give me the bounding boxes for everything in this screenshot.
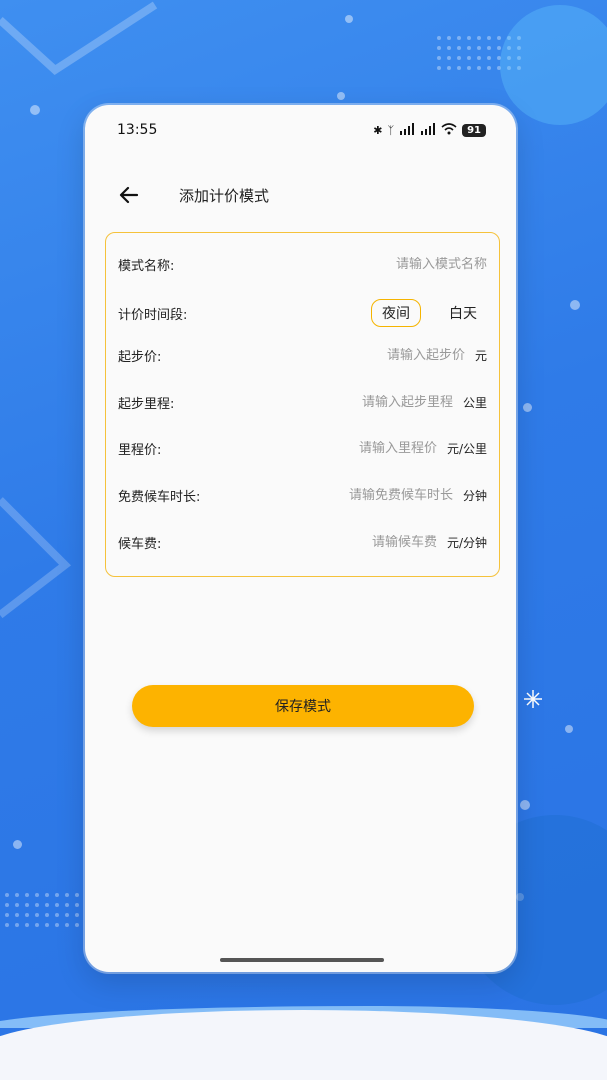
nfc-icon: ᛉ xyxy=(387,123,395,137)
start-distance-unit: 公里 xyxy=(462,396,487,410)
decor-wave xyxy=(0,1010,607,1080)
start-price-input[interactable] xyxy=(314,348,465,363)
bluetooth-icon: ✱ xyxy=(373,123,383,137)
status-bar: 13:55 ✱ ᛉ 91 xyxy=(85,105,516,155)
pricing-form-card: 模式名称: 计价时间段: 夜间 白天 起步价: 元 起步里程: 公里 里程 xyxy=(105,232,500,577)
mileage-price-row: 里程价: 元/公里 xyxy=(118,439,487,458)
status-icons: ✱ ᛉ 91 xyxy=(373,122,486,138)
mileage-price-label: 里程价: xyxy=(118,443,162,458)
start-price-row: 起步价: 元 xyxy=(118,346,487,365)
period-option-night[interactable]: 夜间 xyxy=(371,299,421,327)
page-header: 添加计价模式 xyxy=(85,165,516,225)
free-wait-unit: 分钟 xyxy=(462,489,487,503)
wait-fee-unit: 元/分钟 xyxy=(446,536,487,550)
start-distance-row: 起步里程: 公里 xyxy=(118,393,487,412)
home-indicator[interactable] xyxy=(220,958,384,962)
save-mode-button[interactable]: 保存模式 xyxy=(132,685,474,727)
period-toggle: 夜间 白天 xyxy=(371,299,487,327)
mode-name-input[interactable] xyxy=(337,257,487,272)
phone-screen: 13:55 ✱ ᛉ 91 添加计价模式 模式名称: 计价时间段: xyxy=(85,105,516,972)
wifi-icon xyxy=(441,122,457,138)
period-option-day[interactable]: 白天 xyxy=(439,300,487,326)
start-price-label: 起步价: xyxy=(118,350,162,365)
mileage-price-input[interactable] xyxy=(286,441,437,456)
free-wait-input[interactable] xyxy=(302,488,453,503)
signal-5g-icon xyxy=(399,122,415,138)
period-row: 计价时间段: 夜间 白天 xyxy=(118,299,487,327)
wait-fee-row: 候车费: 元/分钟 xyxy=(118,533,487,552)
battery-indicator: 91 xyxy=(462,123,486,137)
status-time: 13:55 xyxy=(117,122,158,138)
page-title: 添加计价模式 xyxy=(179,186,270,205)
back-arrow-icon[interactable] xyxy=(117,183,141,207)
start-distance-label: 起步里程: xyxy=(118,397,175,412)
start-price-unit: 元 xyxy=(474,349,487,363)
mode-name-label: 模式名称: xyxy=(118,259,175,274)
free-wait-label: 免费候车时长: xyxy=(118,490,201,505)
wait-fee-label: 候车费: xyxy=(118,537,162,552)
signal-5g-icon xyxy=(420,122,436,138)
period-label: 计价时间段: xyxy=(118,307,188,323)
mileage-price-unit: 元/公里 xyxy=(446,442,487,456)
start-distance-input[interactable] xyxy=(302,395,453,410)
mode-name-row: 模式名称: xyxy=(118,255,487,274)
free-wait-row: 免费候车时长: 分钟 xyxy=(118,486,487,505)
wait-fee-input[interactable] xyxy=(286,535,437,550)
